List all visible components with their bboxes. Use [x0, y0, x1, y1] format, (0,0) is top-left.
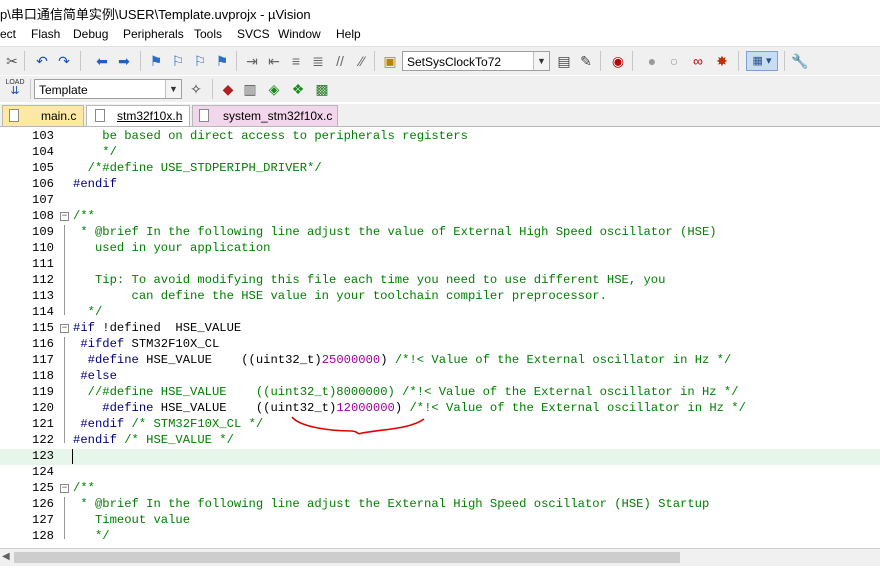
window-layout-button[interactable]: ▦ ▾: [746, 51, 778, 71]
toolbar-separator: [30, 79, 31, 99]
menu-flash[interactable]: Flash: [31, 27, 60, 41]
manage-components-icon[interactable]: ◆: [218, 79, 238, 99]
enable-breakpoint-icon[interactable]: ○: [664, 51, 684, 71]
insert-icon[interactable]: ✎: [576, 51, 596, 71]
function-icon[interactable]: ▣: [380, 51, 400, 71]
indent-icon[interactable]: ⇥: [242, 51, 262, 71]
run-time-environment-icon[interactable]: ▩: [312, 79, 332, 99]
navigate-forward-icon[interactable]: ➡: [114, 51, 134, 71]
menu-help[interactable]: Help: [336, 27, 361, 41]
chevron-down-icon[interactable]: ▼: [533, 52, 549, 70]
red-underline-annotation: [291, 416, 425, 435]
target-combo[interactable]: Template ▼: [34, 79, 182, 99]
comment-icon[interactable]: ≡: [286, 51, 306, 71]
insert-breakpoint-icon[interactable]: ●: [642, 51, 662, 71]
scroll-left-icon[interactable]: ◀: [2, 551, 10, 562]
prev-bookmark-icon[interactable]: ⚐: [168, 51, 188, 71]
title-bar: p\串口通信简单实例\USER\Template.uvprojx - µVisi…: [0, 0, 880, 24]
download-icon: ⇊: [10, 85, 20, 97]
toolbar-separator: [140, 51, 141, 71]
function-combo[interactable]: SetSysClockTo72 ▼: [402, 51, 550, 71]
menu-debug[interactable]: Debug: [73, 27, 108, 41]
pack-installer-icon[interactable]: ◈: [264, 79, 284, 99]
load-button[interactable]: LOAD ⇊: [4, 78, 26, 98]
toolbar-separator: [784, 51, 785, 71]
toolbar-separator: [236, 51, 237, 71]
window-title: p\串口通信简单实例\USER\Template.uvprojx - µVisi…: [0, 7, 311, 22]
unindent-icon[interactable]: ⇤: [264, 51, 284, 71]
browse-icon[interactable]: ▤: [554, 51, 574, 71]
tab-stm32f10x-h[interactable]: stm32f10x.h: [86, 105, 190, 126]
kill-breakpoints-icon[interactable]: ✸: [712, 51, 732, 71]
main-toolbar: ✂ ↶ ↷ ⬅ ➡ ⚑ ⚐ ⚐ ⚑ ⇥ ⇤ ≡ ≣ // ⁄⁄ ▣ SetSys…: [0, 46, 880, 75]
toolbar-separator: [212, 79, 213, 99]
toolbar-separator: [600, 51, 601, 71]
target-options-icon[interactable]: ✧: [186, 79, 206, 99]
build-toolbar: LOAD ⇊ Template ▼ ✧ ◆ ▥ ◈ ❖ ▩: [0, 76, 880, 102]
select-pack-icon[interactable]: ❖: [288, 79, 308, 99]
horizontal-scrollbar[interactable]: ◀: [0, 548, 880, 566]
toolbar-separator: [374, 51, 375, 71]
menu-project[interactable]: ect: [0, 27, 16, 41]
tab-label: system_stm32f10x.c: [223, 109, 333, 123]
tab-label: main.c: [41, 109, 77, 123]
debug-session-icon[interactable]: ◉: [608, 51, 628, 71]
clear-bookmarks-icon[interactable]: ⚑: [212, 51, 232, 71]
bookmark-icon[interactable]: ⚑: [146, 51, 166, 71]
menu-peripherals[interactable]: Peripherals: [123, 27, 184, 41]
file-icon: [95, 109, 105, 122]
find-in-files-icon[interactable]: //: [330, 51, 350, 71]
file-icon: [9, 109, 19, 122]
menu-tools[interactable]: Tools: [194, 27, 222, 41]
toolbar-separator: [632, 51, 633, 71]
menu-bar: ect Flash Debug Peripherals Tools SVCS W…: [0, 24, 880, 44]
navigate-back-icon[interactable]: ⬅: [92, 51, 112, 71]
menu-svcs[interactable]: SVCS: [237, 27, 270, 41]
tab-main-c[interactable]: main.c: [2, 105, 84, 126]
tab-label: stm32f10x.h: [117, 109, 183, 123]
target-combo-value: Template: [39, 83, 88, 97]
wrench-icon[interactable]: 🔧: [790, 51, 810, 71]
tab-system-stm32f10x-c[interactable]: system_stm32f10x.c: [192, 105, 338, 126]
function-combo-value: SetSysClockTo72: [407, 55, 502, 69]
toolbar-separator: [80, 51, 81, 71]
editor-tab-bar: main.c stm32f10x.h system_stm32f10x.c: [0, 104, 880, 127]
cut-icon[interactable]: ✂: [2, 51, 22, 71]
find-icon[interactable]: ⁄⁄: [352, 51, 372, 71]
file-icon: [199, 109, 209, 122]
file-extensions-icon[interactable]: ▥: [240, 79, 260, 99]
annotation-stroke: [291, 416, 425, 435]
uncomment-icon[interactable]: ≣: [308, 51, 328, 71]
redo-icon[interactable]: ↷: [54, 51, 74, 71]
disable-breakpoints-icon[interactable]: ∞: [688, 51, 708, 71]
menu-window[interactable]: Window: [278, 27, 321, 41]
next-bookmark-icon[interactable]: ⚐: [190, 51, 210, 71]
scrollbar-thumb[interactable]: [14, 552, 680, 563]
code-editor[interactable]: 103 be based on direct access to periphe…: [0, 127, 880, 547]
toolbar-separator: [738, 51, 739, 71]
toolbar-separator: [24, 51, 25, 71]
window-bottom: [0, 566, 880, 580]
chevron-down-icon[interactable]: ▼: [165, 80, 181, 98]
undo-icon[interactable]: ↶: [32, 51, 52, 71]
